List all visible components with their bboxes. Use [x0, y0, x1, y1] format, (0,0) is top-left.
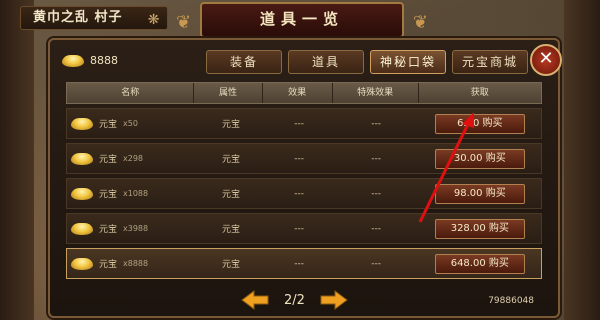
obtain-cell: 98.00 购买 [419, 183, 541, 204]
item-quantity: x50 [123, 119, 138, 128]
table-row: 元宝 x1088 元宝 --- --- 98.00 购买 [66, 178, 542, 209]
item-name: 元宝 [99, 155, 118, 165]
buy-button[interactable]: 98.00 购买 [434, 183, 525, 204]
obtain-cell: 30.00 购买 [419, 148, 541, 169]
window-title: 道具一览 [259, 10, 344, 28]
item-effect: --- [294, 258, 304, 269]
obtain-cell: 328.00 购买 [419, 218, 541, 239]
item-effect: --- [294, 118, 304, 129]
gold-ingot-icon [71, 152, 93, 165]
close-button[interactable]: ✕ [530, 44, 562, 76]
table-row: 元宝 x298 元宝 --- --- 30.00 购买 [66, 143, 542, 174]
item-name-cell: 元宝 x298 [67, 152, 197, 165]
item-table: 名称 属性 效果 特殊效果 获取 元宝 x50 元宝 --- --- 6.00 … [66, 82, 542, 279]
window-title-banner: ❦ 道具一览 ❦ [176, 2, 428, 38]
tab-equipment[interactable]: 装备 [206, 50, 282, 74]
item-name: 元宝 [99, 260, 118, 270]
gold-ingot-icon [71, 117, 93, 130]
header-effect: 效果 [263, 83, 333, 103]
item-quantity: x1088 [123, 189, 149, 198]
header-name: 名称 [67, 83, 195, 103]
gold-ingot-icon [71, 257, 93, 270]
gold-ingot-icon [62, 54, 84, 67]
next-page-button[interactable] [319, 290, 349, 310]
dragon-emblem-icon: ❋ [147, 12, 161, 28]
location-text: 黄巾之乱 村子 [33, 10, 123, 25]
location-label: 黄巾之乱 村子 ❋ [20, 6, 168, 30]
buy-button[interactable]: 30.00 购买 [434, 148, 525, 169]
item-effect: --- [294, 153, 304, 164]
obtain-cell: 6.00 购买 [419, 113, 541, 134]
scene-right-edge [564, 0, 600, 320]
item-list-window: 8888 装备 道具 神秘口袋 元宝商城 ✕ 名称 属性 效果 特殊效果 获取 … [48, 38, 562, 318]
item-name-cell: 元宝 x3988 [67, 222, 197, 235]
item-name-cell: 元宝 x1088 [67, 187, 197, 200]
item-special-effect: --- [371, 153, 381, 164]
arrow-right-icon [320, 290, 348, 310]
buy-button[interactable]: 648.00 购买 [434, 253, 525, 274]
item-name: 元宝 [99, 190, 118, 200]
tab-yuanbao-shop[interactable]: 元宝商城 [452, 50, 528, 74]
item-effect: --- [294, 223, 304, 234]
player-id: 79886048 [488, 296, 534, 306]
item-attribute: 元宝 [221, 155, 240, 165]
item-name-cell: 元宝 x8888 [67, 257, 197, 270]
item-special-effect: --- [371, 188, 381, 199]
table-header: 名称 属性 效果 特殊效果 获取 [66, 82, 542, 104]
gold-ingot-icon [71, 222, 93, 235]
dragon-ornament-right-icon: ❦ [412, 12, 428, 33]
gold-ingot-icon [71, 187, 93, 200]
item-name: 元宝 [99, 120, 118, 130]
arrow-left-icon [241, 290, 269, 310]
buy-button[interactable]: 328.00 购买 [434, 218, 525, 239]
header-attribute: 属性 [194, 83, 263, 103]
currency-display: 8888 [62, 54, 118, 67]
item-attribute: 元宝 [221, 260, 240, 270]
dragon-ornament-left-icon: ❦ [176, 12, 192, 33]
header-obtain: 获取 [470, 88, 489, 98]
item-attribute: 元宝 [221, 120, 240, 130]
item-special-effect: --- [371, 258, 381, 269]
tab-mystery-bag[interactable]: 神秘口袋 [370, 50, 446, 74]
tab-items[interactable]: 道具 [288, 50, 364, 74]
table-row: 元宝 x50 元宝 --- --- 6.00 购买 [66, 108, 542, 139]
prev-page-button[interactable] [240, 290, 270, 310]
header-special-effect: 特殊效果 [333, 83, 419, 103]
buy-button[interactable]: 6.00 购买 [434, 113, 525, 134]
page-indicator: 2/2 [284, 292, 305, 308]
table-row-selected: 元宝 x8888 元宝 --- --- 648.00 购买 [66, 248, 542, 279]
currency-amount: 8888 [90, 54, 118, 67]
item-attribute: 元宝 [221, 225, 240, 235]
scene-left-edge [0, 0, 34, 320]
item-special-effect: --- [371, 223, 381, 234]
item-quantity: x8888 [123, 259, 149, 268]
item-quantity: x3988 [123, 224, 149, 233]
item-special-effect: --- [371, 118, 381, 129]
close-icon: ✕ [538, 48, 554, 69]
obtain-cell: 648.00 购买 [419, 253, 541, 274]
item-name-cell: 元宝 x50 [67, 117, 197, 130]
tab-bar: 装备 道具 神秘口袋 元宝商城 [206, 50, 528, 74]
item-name: 元宝 [99, 225, 118, 235]
item-effect: --- [294, 188, 304, 199]
pagination: 2/2 [240, 290, 349, 310]
item-quantity: x298 [123, 154, 144, 163]
table-row: 元宝 x3988 元宝 --- --- 328.00 购买 [66, 213, 542, 244]
item-attribute: 元宝 [221, 190, 240, 200]
